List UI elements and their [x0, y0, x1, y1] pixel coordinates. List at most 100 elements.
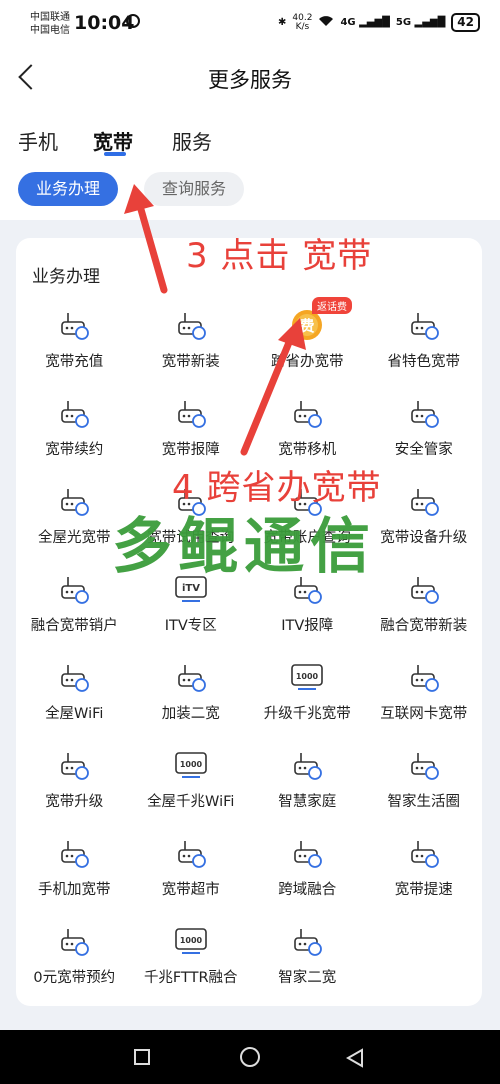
broadband-report-icon — [174, 396, 208, 430]
service-item[interactable]: 宽带充值 — [16, 300, 133, 388]
service-item[interactable]: 宽带试用查询 — [133, 476, 250, 564]
itv-icon-graphic: iTV — [174, 576, 207, 602]
service-label: 智慧家庭 — [278, 794, 337, 810]
signal-1: 4G ▂▄▆█ — [340, 17, 390, 28]
home-wifi-icon-graphic — [61, 665, 90, 692]
service-label: 0元宽带预约 — [33, 970, 116, 986]
device-upgrade-icon-graphic — [410, 489, 439, 516]
nav-back-icon[interactable] — [346, 1048, 364, 1068]
service-label: 宽带提速 — [394, 882, 453, 898]
service-item[interactable]: 手机加宽带 — [16, 828, 133, 916]
net-speed: 40.2 K/s — [292, 12, 313, 32]
service-item[interactable]: 安全管家 — [366, 388, 483, 476]
service-item[interactable]: 宽带超市 — [133, 828, 250, 916]
smart-second-icon — [290, 924, 324, 958]
speedup-rocket-icon-graphic — [410, 841, 439, 868]
gigabit-wifi-icon: 1000 — [174, 748, 208, 782]
service-item[interactable]: iTV ITV专区 — [133, 564, 250, 652]
broadband-report-icon-graphic — [177, 401, 206, 428]
service-item[interactable]: 宽带移机 — [249, 388, 366, 476]
gigabit-wifi-icon-graphic: 1000 — [174, 752, 207, 778]
free-reserve-icon-graphic — [61, 929, 90, 956]
smart-second-icon-graphic — [294, 929, 323, 956]
cross-domain-icon-graphic — [294, 841, 323, 868]
service-item[interactable]: 智家二宽 — [249, 916, 366, 1004]
service-label: 智家生活圈 — [387, 794, 461, 810]
service-item[interactable]: 全屋光宽带 — [16, 476, 133, 564]
home-icon[interactable] — [240, 1047, 260, 1067]
internet-card-icon-graphic — [410, 665, 439, 692]
home-fiber-icon — [57, 484, 91, 518]
service-item[interactable]: 0元宽带预约 — [16, 916, 133, 1004]
smart-life-icon-graphic — [410, 753, 439, 780]
service-item[interactable]: 宽带提速 — [366, 828, 483, 916]
service-item[interactable]: 1000 升级千兆宽带 — [249, 652, 366, 740]
subtab-query[interactable]: 查询服务 — [144, 172, 245, 206]
icon-text: 1000 — [296, 672, 319, 681]
free-reserve-icon — [57, 924, 91, 958]
broadband-recharge-icon-graphic — [61, 313, 90, 340]
broadband-renew-icon-graphic — [61, 401, 90, 428]
service-item[interactable]: 宽带账户查询 — [249, 476, 366, 564]
service-label: 全屋千兆WiFi — [147, 794, 235, 810]
service-item[interactable]: 1000 全屋千兆WiFi — [133, 740, 250, 828]
subtab-business[interactable]: 业务办理 — [18, 172, 119, 206]
province-broadband-icon-graphic — [410, 313, 439, 340]
service-item[interactable]: 宽带升级 — [16, 740, 133, 828]
service-label: 省特色宽带 — [387, 354, 461, 370]
gigabit-upgrade-icon: 1000 — [290, 660, 324, 694]
wifi-icon — [318, 15, 334, 30]
service-label: 宽带续约 — [45, 442, 104, 458]
service-label: 宽带新装 — [161, 354, 220, 370]
service-item[interactable]: 宽带设备升级 — [366, 476, 483, 564]
service-item[interactable]: 省特色宽带 — [366, 300, 483, 388]
service-item[interactable]: 宽带续约 — [16, 388, 133, 476]
promo-badge: 返话费 — [312, 297, 352, 314]
service-label: 宽带升级 — [45, 794, 104, 810]
itv-report-icon-graphic — [294, 577, 323, 604]
services-grid: 宽带充值 宽带新装 费 返话费 跨省办宽带 省特色宽带宽带续约 宽带报障 宽带移机 安全管家全屋… — [16, 297, 483, 1004]
service-label: 宽带试用查询 — [147, 530, 235, 546]
carrier-1: 中国联通 — [30, 12, 70, 23]
service-label: 融合宽带销户 — [30, 618, 118, 634]
broadband-trial-query-icon — [174, 484, 208, 518]
bundle-cancel-icon — [57, 572, 91, 606]
service-item[interactable]: 1000 千兆FTTR融合 — [133, 916, 250, 1004]
service-label: 宽带账户查询 — [263, 530, 351, 546]
icon-text: 1000 — [180, 760, 203, 769]
service-label: 智家二宽 — [278, 970, 337, 986]
service-item[interactable]: 互联网卡宽带 — [366, 652, 483, 740]
smart-home-icon-graphic — [294, 753, 323, 780]
phone-broadband-icon — [57, 836, 91, 870]
service-label: 升级千兆宽带 — [263, 706, 351, 722]
tab-broadband[interactable]: 宽带 — [93, 126, 133, 155]
service-label: 全屋光宽带 — [38, 530, 111, 546]
service-item[interactable]: ITV报障 — [249, 564, 366, 652]
service-item[interactable]: 全屋WiFi — [16, 652, 133, 740]
service-item[interactable]: 加装二宽 — [133, 652, 250, 740]
service-item[interactable]: 费 返话费 跨省办宽带 — [249, 297, 366, 388]
service-item[interactable]: 宽带新装 — [133, 300, 250, 388]
service-label: 宽带充值 — [45, 354, 104, 370]
tab-mobile[interactable]: 手机 — [18, 126, 58, 155]
broadband-account-query-icon-graphic — [294, 489, 323, 516]
broadband-install-icon-graphic — [177, 313, 206, 340]
service-label: 全屋WiFi — [45, 706, 104, 722]
phone-broadband-icon-graphic — [61, 841, 90, 868]
tab-service[interactable]: 服务 — [172, 126, 212, 155]
service-item[interactable]: 宽带报障 — [133, 388, 250, 476]
service-item[interactable]: 跨域融合 — [249, 828, 366, 916]
service-item[interactable]: 智家生活圈 — [366, 740, 483, 828]
service-item[interactable]: 融合宽带销户 — [16, 564, 133, 652]
service-label: ITV报障 — [281, 618, 334, 634]
recent-apps-icon[interactable] — [134, 1049, 150, 1065]
service-item[interactable]: 融合宽带新装 — [366, 564, 483, 652]
service-item[interactable]: 智慧家庭 — [249, 740, 366, 828]
service-label: 宽带设备升级 — [380, 530, 468, 546]
status-bar: 中国联通 中国电信 10:04 ✱ 40.2 K/s 4G ▂▄▆█ 5G ▂▄… — [0, 0, 500, 48]
service-label: 互联网卡宽带 — [380, 706, 468, 722]
page-header: 更多服务 手机 宽带 服务 业务办理 查询服务 — [0, 48, 500, 220]
bundle-install-icon-graphic — [410, 577, 439, 604]
broadband-recharge-icon — [57, 308, 91, 342]
second-broadband-icon — [174, 660, 208, 694]
